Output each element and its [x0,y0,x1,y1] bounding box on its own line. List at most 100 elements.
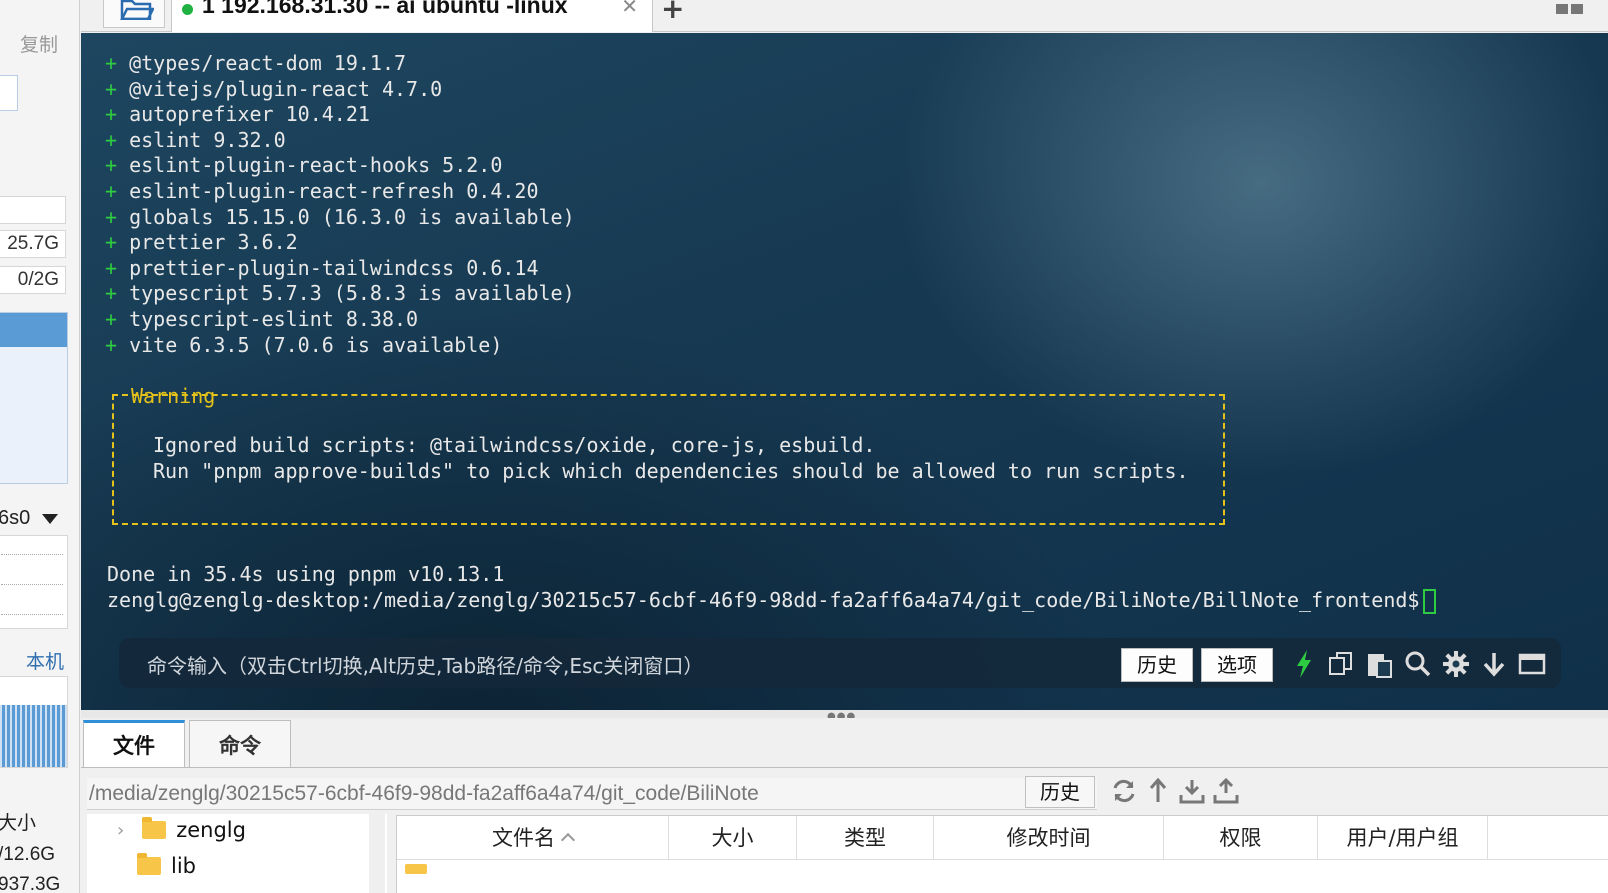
session-manager-button[interactable] [103,0,165,28]
process-list-selected-row[interactable] [0,313,67,347]
tree-scrollbar[interactable] [369,814,385,893]
search-icon[interactable] [1403,648,1433,680]
package-line: + prettier-plugin-tailwindcss 0.6.14 [105,256,575,282]
process-list[interactable] [0,312,68,484]
column-header-name[interactable]: 文件名 [397,816,669,859]
folder-icon [137,853,161,875]
added-marker: + [105,102,118,127]
network-interface-select[interactable]: 6s0 [0,507,59,530]
package-name: @vitejs/plugin-react 4.7.0 [129,76,443,101]
added-marker: + [105,51,118,75]
column-header-permissions[interactable]: 权限 [1164,816,1318,859]
column-header-size[interactable]: 大小 [669,816,797,859]
package-line: + @types/react-dom 19.1.7 [105,51,575,77]
close-tab-icon[interactable]: ✕ [621,0,638,18]
added-marker: + [105,332,118,357]
dropdown-triangle-icon[interactable] [42,513,59,524]
up-directory-icon[interactable] [1145,776,1171,806]
file-manager-panel: 文件 命令 /media/zenglg/30215c57-6cbf-46f9-9… [81,718,1608,893]
session-tab-title: 1 192.168.31.30 -- ai ubuntu -linux [202,0,568,18]
package-name: autoprefixer 10.4.21 [129,102,370,127]
session-tab[interactable]: 1 192.168.31.30 -- ai ubuntu -linux ✕ [171,0,653,32]
path-history-button[interactable]: 历史 [1025,776,1095,808]
added-marker: + [105,127,118,152]
panel-splitter[interactable]: ●●● [81,710,1608,722]
chevron-right-icon[interactable]: › [117,820,124,841]
disk-size-value-2: 937.3G [0,874,61,893]
download-icon[interactable] [1179,776,1205,806]
added-marker: + [105,153,118,178]
folder-open-icon [120,0,154,20]
shell-prompt: zenglg@zenglg-desktop:/media/zenglg/3021… [107,588,1437,614]
package-name: eslint-plugin-react-hooks 5.2.0 [129,153,503,178]
paste-icon[interactable] [1365,648,1395,680]
command-input-hint[interactable]: 命令输入（双击Ctrl切换,Alt历史,Tab路径/命令,Esc关闭窗口） [147,650,703,679]
package-name: @types/react-dom 19.1.7 [129,51,407,75]
terminal-output[interactable]: + @types/react-dom 19.1.7 + @vitejs/plugi… [81,33,1608,710]
maximize-icon[interactable] [1517,648,1547,680]
done-line: Done in 35.4s using pnpm v10.13.1 [107,562,505,586]
info-field [0,196,66,224]
folder-icon [405,864,427,874]
package-line: + eslint 9.32.0 [105,128,575,154]
layout-icon[interactable] [1556,2,1584,16]
copy-icon[interactable] [1327,648,1357,680]
package-name: eslint 9.32.0 [129,127,286,152]
tab-files[interactable]: 文件 [83,720,185,768]
folder-icon [142,817,167,839]
path-input[interactable]: /media/zenglg/30215c57-6cbf-46f9-98dd-fa… [87,778,1097,810]
package-line: + @vitejs/plugin-react 4.7.0 [105,77,575,103]
network-traffic-box [0,535,68,629]
package-name: typescript 5.7.3 (5.8.3 is available) [129,281,575,306]
disk-size-header: 大小 [0,812,37,834]
directory-tree[interactable]: › zenglg lib [87,814,387,893]
package-name: prettier-plugin-tailwindcss 0.6.14 [129,255,539,280]
warning-line-2: Run "pnpm approve-builds" to pick which … [153,458,1189,483]
terminal-cursor [1423,588,1437,614]
swap-usage-value: 0/2G [0,266,66,294]
new-tab-icon[interactable]: + [661,0,684,25]
added-marker: + [105,230,118,255]
gear-icon[interactable] [1441,648,1471,680]
package-name: eslint-plugin-react-refresh 0.4.20 [129,178,539,203]
added-marker: + [105,204,118,229]
tree-item-label: zenglg [176,818,246,842]
package-name: globals 15.15.0 (16.3.0 is available) [129,204,575,229]
added-marker: + [105,76,118,101]
disk-usage-value: 25.7G [0,230,66,258]
column-header-type[interactable]: 类型 [797,816,934,859]
sort-ascending-icon[interactable] [560,832,576,848]
upload-icon[interactable] [1213,776,1239,806]
added-marker: + [105,281,118,306]
ip-field[interactable] [0,75,18,111]
local-label[interactable]: 本机 [26,647,64,674]
installed-packages-list: + @types/react-dom 19.1.7 + @vitejs/plugi… [105,51,575,358]
tree-item-zenglg[interactable]: › zenglg [117,817,246,842]
session-tab-bar: 1 192.168.31.30 -- ai ubuntu -linux ✕ + [81,0,1608,32]
command-result: Done in 35.4s using pnpm v10.13.1 zenglg… [107,562,1437,614]
package-line: + prettier 3.6.2 [105,230,575,256]
package-line: + typescript 5.7.3 (5.8.3 is available) [105,281,575,307]
package-line: + globals 15.15.0 (16.3.0 is available) [105,205,575,231]
warning-title: Warning [127,384,222,410]
tab-commands[interactable]: 命令 [189,720,291,768]
package-line: + typescript-eslint 8.38.0 [105,307,575,333]
package-line: + eslint-plugin-react-refresh 0.4.20 [105,179,575,205]
refresh-icon[interactable] [1111,776,1137,806]
package-name: vite 6.3.5 (7.0.6 is available) [129,332,503,357]
network-interface-name: 6s0 [0,507,31,529]
lightning-icon[interactable] [1289,648,1319,680]
file-list-table[interactable]: 文件名 大小 类型 修改时间 权限 用户/用户组 [396,815,1608,893]
command-options-button[interactable]: 选项 [1201,648,1273,682]
column-header-modified[interactable]: 修改时间 [934,816,1164,859]
package-name: prettier 3.6.2 [129,230,298,255]
copy-label[interactable]: 复制 [20,30,58,57]
command-history-button[interactable]: 历史 [1121,648,1193,682]
tree-item-lib[interactable]: lib [137,853,196,878]
network-graph [0,676,68,768]
warning-line-1: Ignored build scripts: @tailwindcss/oxid… [153,433,876,457]
download-arrow-icon[interactable] [1479,648,1509,680]
command-input-bar[interactable]: 命令输入（双击Ctrl切换,Alt历史,Tab路径/命令,Esc关闭窗口） 历史… [119,638,1561,688]
package-line: + eslint-plugin-react-hooks 5.2.0 [105,153,575,179]
column-header-owner[interactable]: 用户/用户组 [1318,816,1488,859]
